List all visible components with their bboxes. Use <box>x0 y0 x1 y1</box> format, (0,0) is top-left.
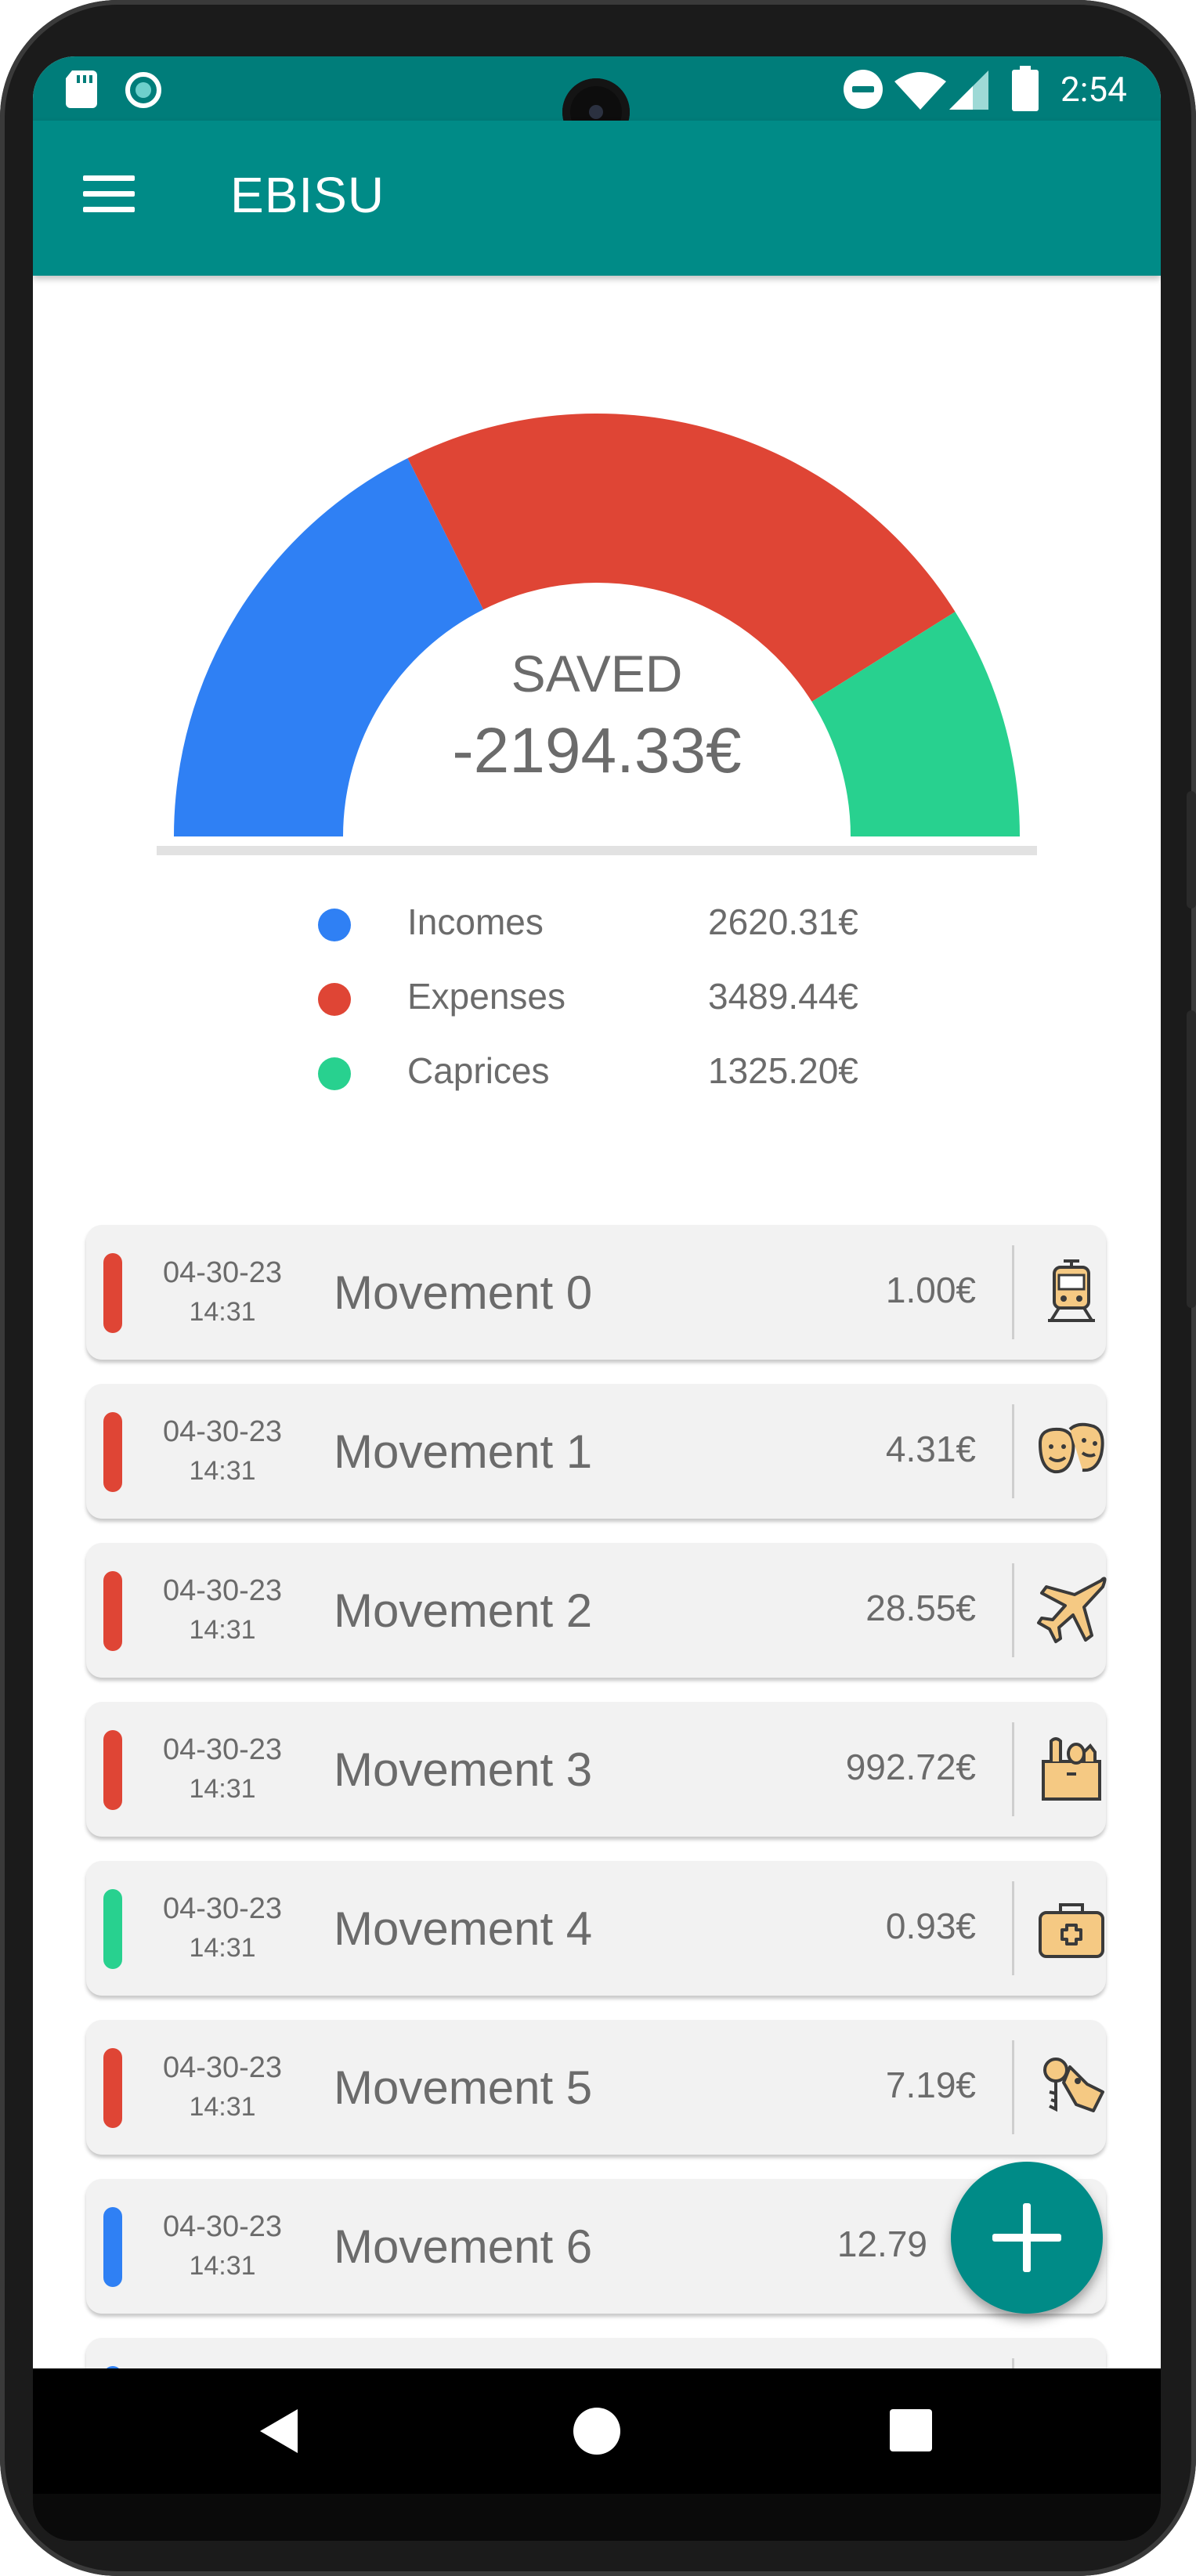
screen: 2:54 EBISU SAVED -2194.33€ Incomes 2620.… <box>33 56 1161 2494</box>
volume-button <box>1187 791 1196 909</box>
movement-type-indicator <box>103 1571 122 1651</box>
movement-amount: 4.31€ <box>885 1429 976 1469</box>
bottom-bezel <box>33 2494 1161 2541</box>
train-icon <box>1048 1259 1095 1322</box>
divider <box>1012 1245 1014 1339</box>
movement-type-indicator <box>103 1253 122 1333</box>
movement-amount: 7.19€ <box>885 2065 976 2105</box>
movement-date: 04-30-23 <box>162 1415 283 1448</box>
movement-time: 14:31 <box>189 1615 256 1645</box>
airplane-icon <box>1037 1577 1107 1643</box>
movement-name: Movement 0 <box>334 1266 593 1319</box>
movement-date: 04-30-23 <box>162 2210 283 2243</box>
movement-amount: 1.00€ <box>885 1270 976 1310</box>
divider <box>1012 1404 1014 1498</box>
movement-time: 14:31 <box>189 1933 256 1963</box>
movement-name: Movement 3 <box>334 1743 593 1796</box>
recent-apps-icon[interactable] <box>890 2409 932 2451</box>
movement-name: Movement 4 <box>334 1902 593 1955</box>
device-frame: 2:54 EBISU SAVED -2194.33€ Incomes 2620.… <box>0 0 1196 2576</box>
divider <box>1012 1722 1014 1816</box>
movement-type-indicator <box>103 1730 122 1810</box>
movement-time: 14:31 <box>189 1297 256 1327</box>
movement-date: 04-30-23 <box>162 1574 283 1607</box>
movement-name: Movement 1 <box>334 1425 593 1478</box>
grocery-bag-icon <box>1042 1737 1101 1801</box>
movement-name: Movement 2 <box>334 1584 593 1637</box>
movement-date: 04-30-23 <box>162 2051 283 2084</box>
home-icon[interactable] <box>573 2408 620 2455</box>
movement-type-indicator <box>103 2207 122 2287</box>
movement-amount: 28.55€ <box>865 1588 976 1628</box>
first-aid-kit-icon <box>1039 1903 1104 1958</box>
add-movement-button[interactable] <box>951 2162 1103 2314</box>
movement-date: 04-30-23 <box>162 1892 283 1925</box>
movement-row[interactable]: 04-30-23 14:31 Movement 3 992.72€ <box>86 1702 1106 1837</box>
movement-type-indicator <box>103 2048 122 2128</box>
movement-row[interactable]: 04-30-23 14:31 Movement 4 0.93€ <box>86 1861 1106 1996</box>
movement-row[interactable]: 04-30-23 14:31 Movement 5 7.19€ <box>86 2020 1106 2155</box>
back-icon[interactable] <box>260 2409 298 2453</box>
theater-masks-icon <box>1038 1422 1104 1474</box>
keys-tag-icon <box>1043 2058 1104 2112</box>
movement-amount: 992.72€ <box>845 1747 976 1787</box>
movement-name: Movement 5 <box>334 2061 593 2114</box>
movement-date: 04-30-23 <box>162 1256 283 1289</box>
divider <box>1012 1563 1014 1657</box>
movement-type-indicator <box>103 1412 122 1492</box>
movement-time: 14:31 <box>189 2251 256 2281</box>
movement-row[interactable]: 04-30-23 14:31 Movement 0 1.00€ <box>86 1225 1106 1360</box>
movement-name: Movement 6 <box>334 2220 593 2273</box>
movement-time: 14:31 <box>189 1774 256 1804</box>
movement-type-indicator <box>103 1889 122 1969</box>
power-button <box>1187 1010 1196 1308</box>
system-navigation-bar <box>33 2368 1161 2494</box>
divider <box>1012 2040 1014 2134</box>
movement-date: 04-30-23 <box>162 1733 283 1766</box>
movement-amount: 0.93€ <box>885 1906 976 1946</box>
movement-list: 04-30-23 14:31 Movement 0 1.00€ 04-30-23… <box>33 56 1161 2494</box>
divider <box>1012 1881 1014 1975</box>
movement-time: 14:31 <box>189 1456 256 1486</box>
movement-row[interactable]: 04-30-23 14:31 Movement 1 4.31€ <box>86 1384 1106 1519</box>
movement-time: 14:31 <box>189 2092 256 2122</box>
movement-amount: 12.79 <box>836 2224 927 2264</box>
movement-row[interactable]: 04-30-23 14:31 Movement 2 28.55€ <box>86 1543 1107 1678</box>
